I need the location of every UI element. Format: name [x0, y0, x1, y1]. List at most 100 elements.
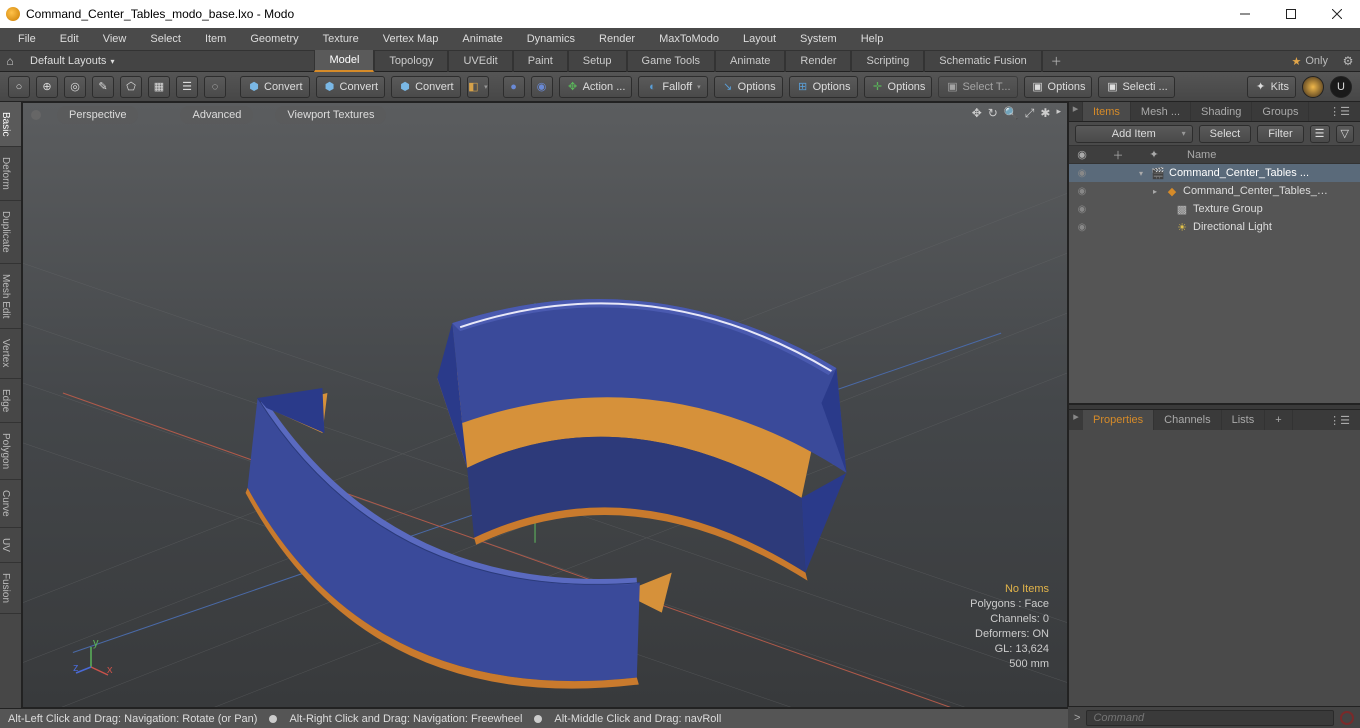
tool-sphere1[interactable]: ●	[503, 76, 525, 98]
viewport-textures[interactable]: Viewport Textures	[275, 106, 386, 124]
menu-edit[interactable]: Edit	[48, 28, 91, 50]
options-1[interactable]: ↘Options	[714, 76, 783, 98]
select-through[interactable]: ▣Select T...	[938, 76, 1017, 98]
panel-menu-icon[interactable]: ⋮☰	[1319, 102, 1360, 121]
axis-widget[interactable]: y x z	[73, 637, 113, 677]
tab-channels2[interactable]: Channels	[1154, 410, 1221, 430]
select-button[interactable]: Select	[1199, 125, 1252, 143]
list-mode-icon[interactable]: ☰	[1310, 125, 1330, 143]
close-button[interactable]	[1314, 0, 1360, 28]
layout-gear-icon[interactable]: ⚙	[1336, 54, 1360, 68]
tab-animate2[interactable]: Animate	[715, 50, 785, 72]
filter-button[interactable]: Filter	[1257, 125, 1303, 143]
menu-vertexmap[interactable]: Vertex Map	[371, 28, 451, 50]
vtab-duplicate[interactable]: Duplicate	[0, 201, 21, 264]
axis-column-icon[interactable]: ✦	[1145, 148, 1163, 161]
vtab-curve[interactable]: Curve	[0, 480, 21, 528]
tab-add[interactable]: ＋	[1042, 50, 1070, 72]
menu-geometry[interactable]: Geometry	[238, 28, 310, 50]
tab-render2[interactable]: Render	[785, 50, 851, 72]
tree-row-mesh[interactable]: ▸ ◆ Command_Center_Tables_g ...	[1069, 182, 1360, 200]
vtab-basic[interactable]: Basic	[0, 102, 21, 147]
tab-items[interactable]: Items	[1083, 102, 1131, 121]
tool-poly[interactable]: ⬠	[120, 76, 142, 98]
menu-animate[interactable]: Animate	[450, 28, 514, 50]
visibility-icon[interactable]	[1073, 186, 1091, 197]
home-icon[interactable]: ⌂	[0, 54, 20, 68]
command-input[interactable]	[1086, 710, 1334, 726]
nav-gear-icon[interactable]: ✱	[1040, 106, 1050, 121]
tool-pen[interactable]: ✎	[92, 76, 114, 98]
expand-icon[interactable]: ▸	[1153, 187, 1163, 196]
tab-shading2[interactable]: Shading	[1191, 102, 1252, 121]
menu-select[interactable]: Select	[138, 28, 193, 50]
menu-layout[interactable]: Layout	[731, 28, 788, 50]
tool-ring[interactable]: ◌	[204, 76, 226, 98]
minimize-button[interactable]	[1222, 0, 1268, 28]
vtab-fusion[interactable]: Fusion	[0, 563, 21, 614]
tab-model[interactable]: Model	[314, 50, 374, 72]
visibility-icon[interactable]	[1073, 168, 1091, 179]
menu-render[interactable]: Render	[587, 28, 647, 50]
tool-cube[interactable]: ◧▾	[467, 76, 489, 98]
viewport-shading[interactable]: Advanced	[180, 106, 253, 124]
tab-mesh[interactable]: Mesh ...	[1131, 102, 1191, 121]
tab-gametools[interactable]: Game Tools	[627, 50, 716, 72]
layout-dropdown[interactable]: Default Layouts▾	[20, 55, 124, 67]
kits-button[interactable]: ✦Kits	[1247, 76, 1296, 98]
tab-scripting[interactable]: Scripting	[851, 50, 924, 72]
tool-sphere2[interactable]: ◉	[531, 76, 553, 98]
name-column[interactable]: Name	[1181, 149, 1360, 161]
options-2[interactable]: ⊞Options	[789, 76, 858, 98]
viewport-dot[interactable]	[31, 110, 41, 120]
menu-item[interactable]: Item	[193, 28, 238, 50]
panel-chevron-icon[interactable]: ▸	[1069, 102, 1083, 121]
vtab-uv[interactable]: UV	[0, 528, 21, 563]
items-tree[interactable]: ▾ 🎬 Command_Center_Tables ... ▸ ◆ Comman…	[1069, 164, 1360, 404]
tree-row-texture[interactable]: ▩ Texture Group	[1069, 200, 1360, 218]
menu-file[interactable]: File	[6, 28, 48, 50]
viewport-camera[interactable]: Perspective	[57, 106, 138, 124]
nav-rotate-icon[interactable]: ↻	[988, 106, 998, 121]
nav-chevron-icon[interactable]: ▸	[1056, 106, 1061, 121]
eye-column-icon[interactable]: ◉	[1073, 148, 1091, 161]
vtab-polygon[interactable]: Polygon	[0, 423, 21, 480]
engine-icon-1[interactable]	[1302, 76, 1324, 98]
tab-schematic[interactable]: Schematic Fusion	[924, 50, 1041, 72]
nav-zoom-icon[interactable]: 🔍	[1004, 106, 1019, 121]
convert-3[interactable]: ⬢Convert	[391, 76, 461, 98]
menu-help[interactable]: Help	[849, 28, 896, 50]
nav-move-icon[interactable]: ✥	[972, 106, 982, 121]
convert-2[interactable]: ⬢Convert	[316, 76, 386, 98]
menu-texture[interactable]: Texture	[311, 28, 371, 50]
expand-icon[interactable]: ▾	[1139, 169, 1149, 178]
viewport[interactable]: Perspective Advanced Viewport Textures ✥…	[22, 102, 1068, 708]
menu-view[interactable]: View	[91, 28, 139, 50]
plus-column-icon[interactable]: ＋	[1109, 147, 1127, 163]
tool-circle[interactable]: ○	[8, 76, 30, 98]
record-icon[interactable]	[1340, 711, 1354, 725]
tab-topology[interactable]: Topology	[374, 50, 448, 72]
panel-menu-icon[interactable]: ⋮☰	[1319, 410, 1360, 430]
options-4[interactable]: ▣Options	[1024, 76, 1093, 98]
menu-dynamics[interactable]: Dynamics	[515, 28, 587, 50]
vtab-edge[interactable]: Edge	[0, 379, 21, 423]
visibility-icon[interactable]	[1073, 222, 1091, 233]
tree-row-light[interactable]: ☀ Directional Light	[1069, 218, 1360, 236]
nav-fit-icon[interactable]: ⤢	[1025, 106, 1035, 121]
only-toggle[interactable]: ★Only	[1284, 55, 1337, 68]
tool-target[interactable]: ◎	[64, 76, 86, 98]
funnel-icon[interactable]: ▽	[1336, 125, 1354, 143]
selection[interactable]: ▣Selecti ...	[1098, 76, 1174, 98]
tab-properties[interactable]: Properties	[1083, 410, 1154, 430]
menu-system[interactable]: System	[788, 28, 849, 50]
tab-paint[interactable]: Paint	[513, 50, 568, 72]
tab-add-prop[interactable]: +	[1265, 410, 1292, 430]
tool-globe[interactable]: ⊕	[36, 76, 58, 98]
convert-1[interactable]: ⬢Convert	[240, 76, 310, 98]
tab-lists[interactable]: Lists	[1222, 410, 1266, 430]
add-item-button[interactable]: Add Item	[1075, 125, 1193, 143]
action-center[interactable]: ✥Action ...	[559, 76, 633, 98]
vtab-meshedit[interactable]: Mesh Edit	[0, 264, 21, 329]
tab-groups[interactable]: Groups	[1252, 102, 1309, 121]
